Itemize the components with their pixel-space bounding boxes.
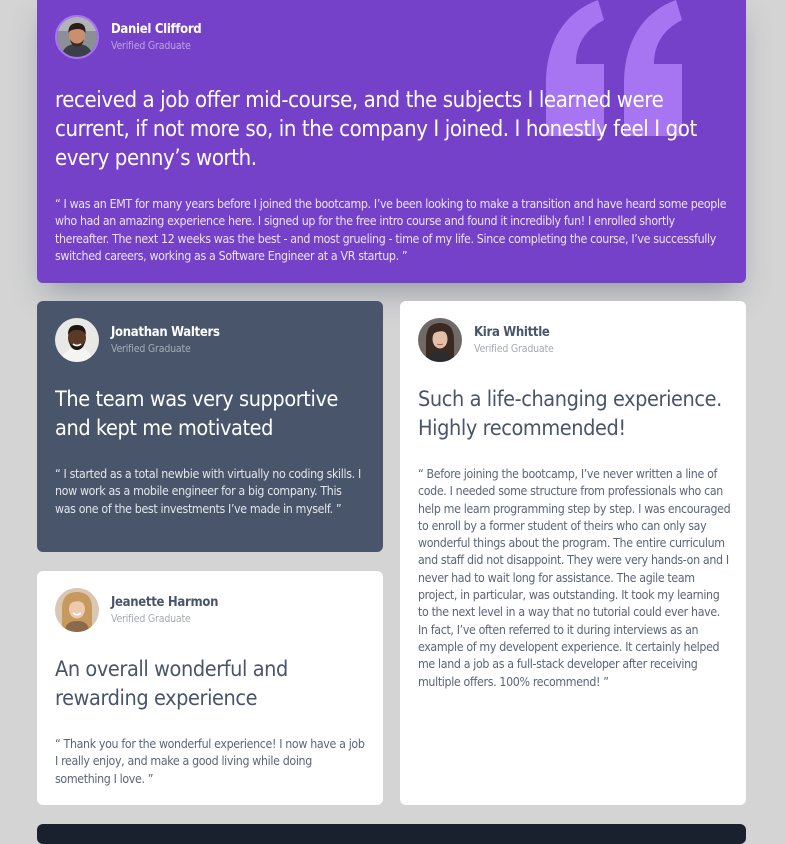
author-name: Jonathan Walters <box>111 324 220 340</box>
avatar-jeanette <box>55 588 99 632</box>
testimonial-headline: An overall wonderful and rewarding exper… <box>55 657 288 711</box>
avatar-daniel <box>55 15 99 59</box>
author-header: Jonathan Walters Verified Graduate <box>55 318 220 362</box>
testimonial-card-partial <box>37 824 746 844</box>
testimonial-card-kira: Kira Whittle Verified Graduate Such a li… <box>400 301 746 805</box>
testimonial-card-daniel: Daniel Clifford Verified Graduate receiv… <box>37 0 746 283</box>
testimonial-headline: Such a life-changing experience. Highly … <box>418 387 722 441</box>
author-role: Verified Graduate <box>111 39 191 52</box>
author-name: Kira Whittle <box>474 324 550 340</box>
avatar-jonathan <box>55 318 99 362</box>
testimonial-quote: “ Before joining the bootcamp, I’ve neve… <box>418 467 731 689</box>
author-role: Verified Graduate <box>474 342 554 355</box>
testimonial-card-jeanette: Jeanette Harmon Verified Graduate An ove… <box>37 571 383 805</box>
author-role: Verified Graduate <box>111 612 191 625</box>
testimonial-quote: “ I started as a total newbie with virtu… <box>55 467 361 516</box>
author-name: Jeanette Harmon <box>111 594 219 610</box>
avatar-kira <box>418 318 462 362</box>
author-name: Daniel Clifford <box>111 21 202 37</box>
author-header: Kira Whittle Verified Graduate <box>418 318 554 362</box>
testimonial-quote: “ I was an EMT for many years before I j… <box>55 197 727 263</box>
author-role: Verified Graduate <box>111 342 191 355</box>
testimonial-headline: received a job offer mid-course, and the… <box>55 88 697 171</box>
testimonial-card-jonathan: Jonathan Walters Verified Graduate The t… <box>37 301 383 552</box>
testimonial-quote: “ Thank you for the wonderful experience… <box>55 737 365 786</box>
author-header: Daniel Clifford Verified Graduate <box>55 15 202 59</box>
author-header: Jeanette Harmon Verified Graduate <box>55 588 218 632</box>
testimonial-headline: The team was very supportive and kept me… <box>55 387 338 441</box>
